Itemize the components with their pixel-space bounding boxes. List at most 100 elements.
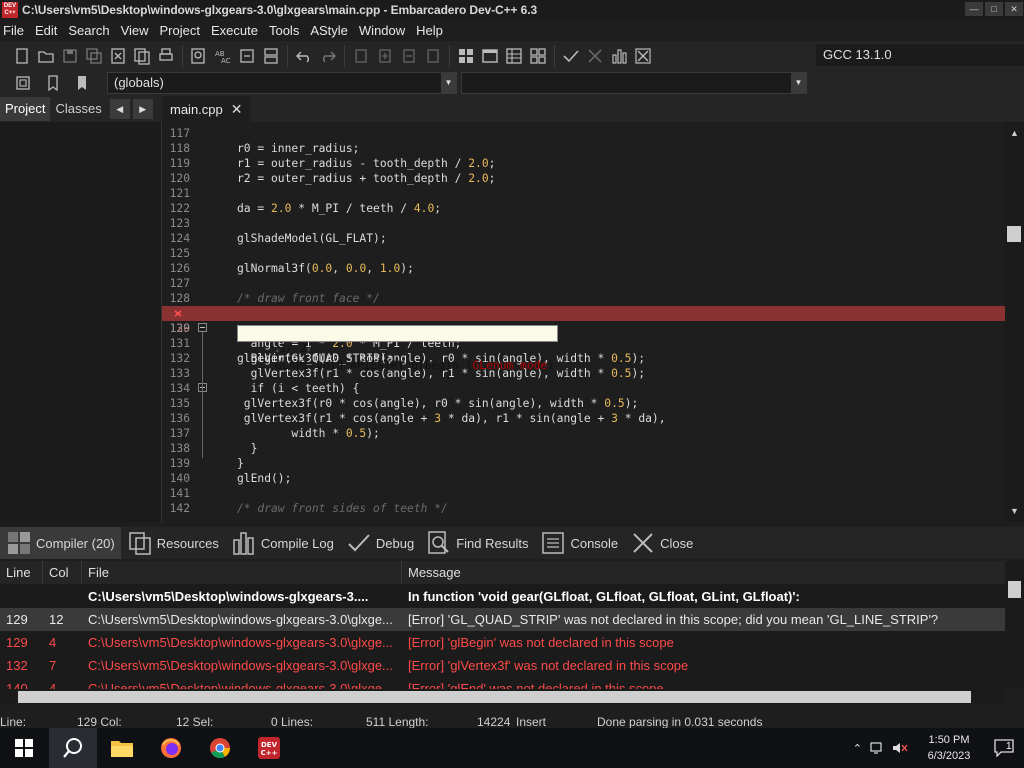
maximize-button[interactable]: □	[985, 2, 1003, 16]
column-header-col[interactable]: Col	[43, 561, 82, 584]
goto-bookmark-icon[interactable]	[71, 72, 93, 94]
column-header-file[interactable]: File	[82, 561, 402, 584]
network-icon[interactable]	[870, 741, 886, 755]
redo-icon[interactable]	[317, 45, 339, 67]
project-options-icon[interactable]	[422, 45, 444, 67]
menu-window[interactable]: Window	[356, 23, 413, 38]
messages-horizontal-scrollbar[interactable]	[0, 689, 1005, 705]
clock[interactable]: 1:50 PM 6/3/2023	[914, 732, 984, 764]
firefox-taskbar[interactable]	[147, 728, 195, 768]
console-icon	[542, 532, 565, 554]
menu-execute[interactable]: Execute	[208, 23, 266, 38]
cell-col: 4	[49, 681, 57, 689]
save-all-icon[interactable]	[83, 45, 105, 67]
table-header: Line Col File Message	[0, 561, 1005, 584]
tab-compiler[interactable]: Compiler (20)	[0, 527, 121, 559]
notification-center-button[interactable]: 1	[984, 728, 1024, 768]
insert-icon[interactable]	[12, 72, 34, 94]
save-icon[interactable]	[59, 45, 81, 67]
close-file-icon[interactable]	[107, 45, 129, 67]
tab-resources[interactable]: Resources	[121, 527, 225, 559]
editor-vertical-scrollbar[interactable]: ▲ ▼	[1005, 122, 1024, 522]
close-tab-icon[interactable]: ✕	[231, 101, 243, 118]
compiler-messages-table[interactable]: Line Col File Message C:\Users\vm5\Deskt…	[0, 561, 1005, 689]
new-project-icon[interactable]	[350, 45, 372, 67]
menu-help[interactable]: Help	[413, 23, 451, 38]
chrome-taskbar[interactable]	[196, 728, 244, 768]
profile-chart-icon[interactable]	[608, 45, 630, 67]
menu-file[interactable]: File	[0, 23, 32, 38]
new-file-icon[interactable]	[11, 45, 33, 67]
syntax-check-icon[interactable]	[560, 45, 582, 67]
tab-console[interactable]: Console	[534, 527, 624, 559]
goto-line-icon[interactable]	[236, 45, 258, 67]
messages-vertical-scrollbar[interactable]	[1005, 561, 1024, 689]
close-all-icon[interactable]	[131, 45, 153, 67]
devcpp-app-icon: DEV C++	[2, 1, 18, 18]
tab-compiler-label: Compiler (20)	[36, 535, 115, 551]
project-browser[interactable]	[0, 122, 162, 522]
table-row[interactable]: C:\Users\vm5\Desktop\windows-glxgears-3.…	[0, 585, 1005, 608]
chevron-up-icon[interactable]: ⌃	[853, 742, 862, 755]
rebuild-all-icon[interactable]	[527, 45, 549, 67]
menu-edit[interactable]: Edit	[32, 23, 65, 38]
fold-toggle-icon[interactable]	[198, 323, 207, 332]
close-panel-label: Close	[660, 535, 694, 551]
minimize-button[interactable]: —	[965, 2, 983, 16]
menu-astyle[interactable]: AStyle	[307, 23, 356, 38]
tab-classes[interactable]: Classes	[50, 97, 106, 121]
compiler-select[interactable]: GCC 13.1.0	[816, 44, 1024, 66]
close-panel-button[interactable]: Close	[624, 527, 699, 559]
compile-icon[interactable]	[455, 45, 477, 67]
bookmark-icon[interactable]	[42, 72, 64, 94]
hint-down-arrow-icon[interactable]: ▼	[307, 346, 311, 354]
column-header-message[interactable]: Message	[402, 561, 1005, 584]
start-button[interactable]	[0, 728, 48, 768]
run-icon[interactable]	[479, 45, 501, 67]
volume-muted-icon[interactable]	[892, 741, 908, 755]
function-select[interactable]: ▼	[461, 72, 807, 94]
chevron-left-icon[interactable]: ◀	[109, 99, 130, 119]
find-icon[interactable]	[188, 45, 210, 67]
chevron-right-icon[interactable]: ▶	[132, 99, 153, 119]
status-col: 12 Sel:	[176, 715, 214, 729]
compile-run-icon[interactable]	[503, 45, 525, 67]
table-row[interactable]: 132 7 C:\Users\vm5\Desktop\windows-glxge…	[0, 654, 1005, 677]
file-explorer-taskbar[interactable]	[98, 728, 146, 768]
undo-icon[interactable]	[293, 45, 315, 67]
chevron-down-icon[interactable]: ▼	[441, 73, 456, 93]
table-row-selected[interactable]: 129 12 C:\Users\vm5\Desktop\windows-glxg…	[0, 608, 1005, 631]
tab-debug[interactable]: Debug	[340, 527, 420, 559]
menu-tools[interactable]: Tools	[266, 23, 307, 38]
stop-execution-icon[interactable]	[584, 45, 606, 67]
column-header-line[interactable]: Line	[0, 561, 43, 584]
scroll-thumb[interactable]	[18, 691, 971, 703]
remove-from-project-icon[interactable]	[398, 45, 420, 67]
open-folder-icon[interactable]	[35, 45, 57, 67]
tab-project[interactable]: Project	[0, 97, 51, 121]
table-row[interactable]: 140 4 C:\Users\vm5\Desktop\windows-glxge…	[0, 677, 1005, 689]
replace-icon[interactable]: AB AC	[212, 45, 234, 67]
scroll-up-icon[interactable]: ▲	[1008, 128, 1021, 140]
code-editor[interactable]: 117 118 r0 = inner_radius; 119 r1 = outer_…	[162, 122, 1024, 522]
menu-project[interactable]: Project	[157, 23, 208, 38]
scope-select[interactable]: (globals) ▼	[107, 72, 457, 94]
scroll-thumb[interactable]	[1008, 581, 1021, 598]
scroll-thumb[interactable]	[1007, 226, 1021, 242]
menu-view[interactable]: View	[118, 23, 157, 38]
tab-main-cpp[interactable]: main.cpp ✕	[162, 96, 251, 122]
close-window-button[interactable]: ✕	[1005, 2, 1023, 16]
chevron-down-icon[interactable]: ▼	[791, 73, 806, 93]
delete-profile-icon[interactable]	[632, 45, 654, 67]
add-to-project-icon[interactable]	[374, 45, 396, 67]
tab-find-results[interactable]: Find Results	[420, 527, 534, 559]
tab-compile-log[interactable]: Compile Log	[225, 527, 340, 559]
search-button[interactable]	[49, 728, 97, 768]
print-icon[interactable]	[155, 45, 177, 67]
scroll-down-icon[interactable]: ▼	[1008, 506, 1021, 518]
devcpp-taskbar[interactable]: DEV C++	[245, 728, 293, 768]
menu-search[interactable]: Search	[65, 23, 117, 38]
clock-date: 6/3/2023	[927, 750, 971, 762]
toggle-split-icon[interactable]	[260, 45, 282, 67]
table-row[interactable]: 129 4 C:\Users\vm5\Desktop\windows-glxge…	[0, 631, 1005, 654]
